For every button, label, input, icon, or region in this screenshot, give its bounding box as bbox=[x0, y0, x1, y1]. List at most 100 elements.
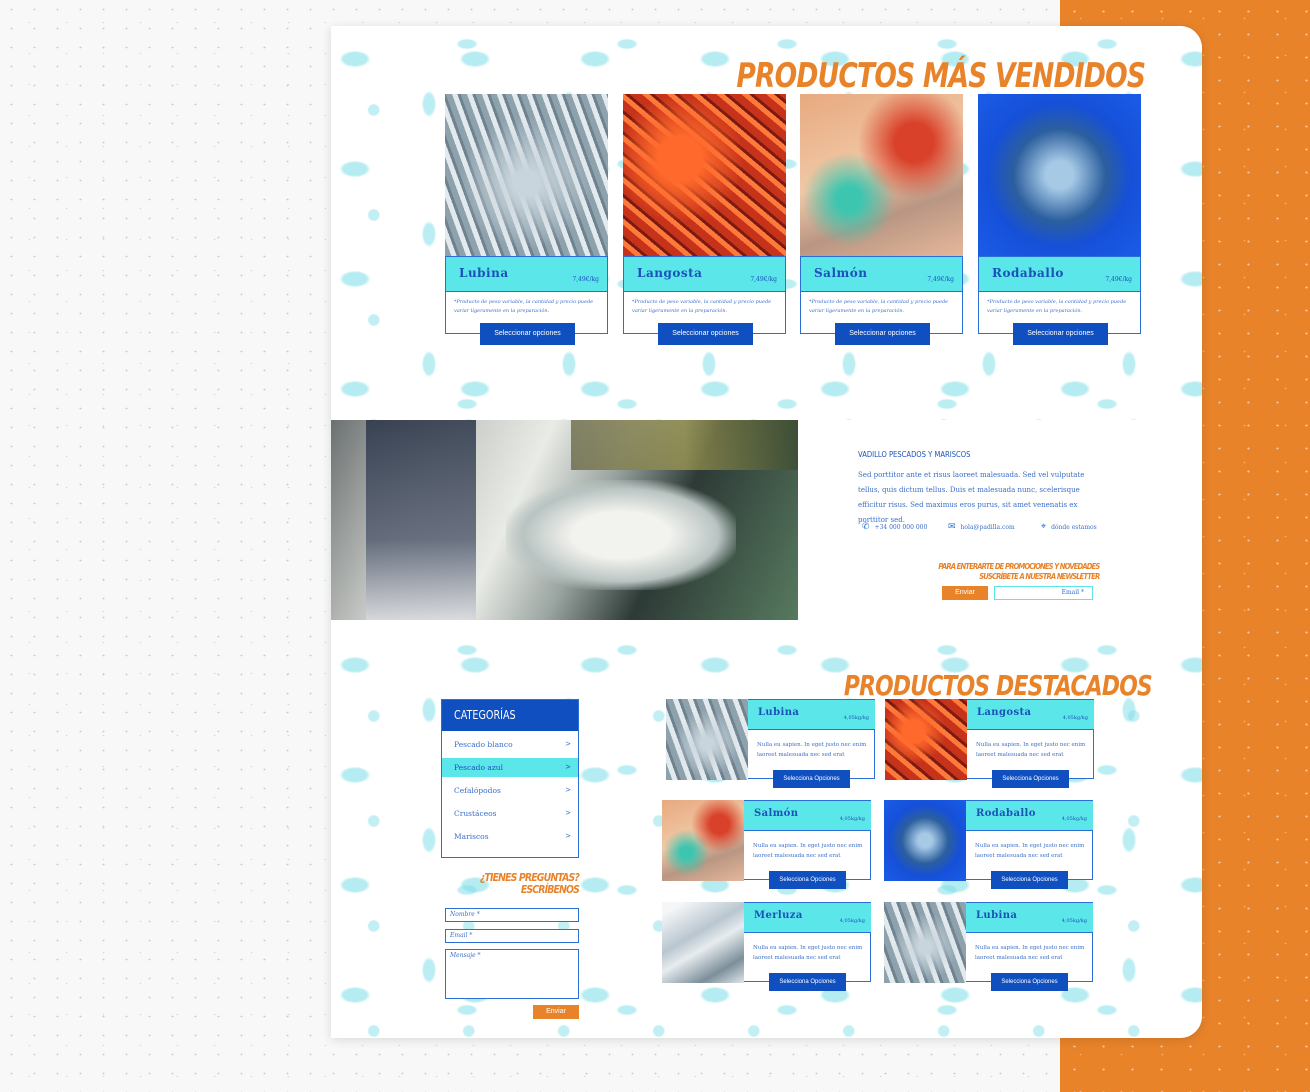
product-band: Salmón 7,49€/kg bbox=[801, 256, 962, 292]
questions-line-2: ESCRÍBENOS bbox=[520, 883, 580, 896]
product-desc: Nulla eu sapien. In eget justo nec enim … bbox=[975, 843, 1085, 859]
contact-send-button[interactable]: Enviar bbox=[533, 1005, 579, 1019]
select-options-button[interactable]: Selecciona Opciones bbox=[991, 973, 1068, 991]
product-image[interactable] bbox=[666, 699, 748, 780]
chevron-right-icon: > bbox=[565, 809, 571, 817]
chevron-right-icon: > bbox=[565, 763, 571, 771]
product-band: Merluza 4,05kg/kg bbox=[744, 903, 871, 933]
category-item-cefalopodos[interactable]: Cefalópodos > bbox=[442, 781, 578, 800]
select-options-button[interactable]: Selecciona Opciones bbox=[773, 770, 850, 788]
category-item-pescado-azul[interactable]: Pescado azul > bbox=[442, 758, 578, 777]
contact-phone[interactable]: ✆ +34 000 000 000 bbox=[862, 522, 927, 532]
select-options-button[interactable]: Selecciona Opciones bbox=[769, 973, 846, 991]
category-label: Crustáceos bbox=[454, 809, 497, 818]
product-price: 7,49€/kg bbox=[1105, 276, 1132, 283]
email-field[interactable]: Email * bbox=[445, 929, 579, 943]
about-text: Sed porttitor ante et risus laoreet male… bbox=[858, 471, 1085, 524]
newsletter-email-input[interactable]: Email * bbox=[994, 586, 1093, 600]
contact-email[interactable]: ✉ hola@padilla.com bbox=[948, 522, 1015, 532]
product-image[interactable] bbox=[662, 902, 744, 983]
featured-card-merluza[interactable]: Merluza 4,05kg/kg Nulla eu sapien. In eg… bbox=[662, 902, 871, 991]
questions-title: ¿TIENES PREGUNTAS? ESCRÍBENOS bbox=[462, 872, 580, 896]
select-options-button[interactable]: Selecciona Opciones bbox=[992, 770, 1069, 788]
product-image[interactable] bbox=[445, 94, 608, 256]
chevron-right-icon: > bbox=[565, 832, 571, 840]
newsletter-promo: PARA ENTERARTE DE PROMOCIONES Y NOVEDADE… bbox=[938, 562, 1100, 582]
product-name: Lubina bbox=[976, 910, 1018, 921]
product-name: Langosta bbox=[637, 266, 703, 280]
featured-card-lubina-2[interactable]: Lubina 4,05kg/kg Nulla eu sapien. In ege… bbox=[884, 902, 1093, 991]
contact-address[interactable]: ⌖ dónde estamos bbox=[1041, 522, 1097, 532]
select-options-button[interactable]: Seleccionar opciones bbox=[835, 323, 930, 345]
newsletter-send-button[interactable]: Enviar bbox=[942, 586, 988, 600]
product-band: Rodaballo 7,49€/kg bbox=[979, 256, 1140, 292]
category-label: Pescado azul bbox=[454, 763, 504, 772]
about-panel: VADILLO PESCADOS Y MARISCOS Sed porttito… bbox=[798, 420, 1202, 632]
product-desc: Nulla eu sapien. In eget justo nec enim … bbox=[976, 742, 1086, 758]
product-image[interactable] bbox=[884, 902, 966, 983]
product-price: 7,49€/kg bbox=[750, 276, 777, 283]
product-card-langosta[interactable]: Langosta 7,49€/kg *Producto de peso vari… bbox=[623, 94, 786, 345]
chevron-right-icon: > bbox=[565, 740, 571, 748]
product-band: Lubina 4,05kg/kg bbox=[966, 903, 1093, 933]
product-card-salmon[interactable]: Salmón 7,49€/kg *Producto de peso variab… bbox=[800, 94, 963, 345]
mail-icon: ✉ bbox=[948, 522, 956, 532]
photo-detail bbox=[571, 420, 798, 470]
photo-detail bbox=[506, 480, 736, 590]
category-label: Mariscos bbox=[454, 832, 489, 841]
featured-card-langosta[interactable]: Langosta 4,05kg/kg Nulla eu sapien. In e… bbox=[885, 699, 1094, 788]
product-desc: Nulla eu sapien. In eget justo nec enim … bbox=[753, 945, 863, 961]
featured-card-salmon[interactable]: Salmón 4,05kg/kg Nulla eu sapien. In ege… bbox=[662, 800, 871, 889]
category-item-pescado-blanco[interactable]: Pescado blanco > bbox=[442, 735, 578, 754]
category-label: Pescado blanco bbox=[454, 740, 513, 749]
select-options-button[interactable]: Seleccionar opciones bbox=[658, 323, 753, 345]
product-image[interactable] bbox=[662, 800, 744, 881]
category-item-mariscos[interactable]: Mariscos > bbox=[442, 827, 578, 846]
featured-card-lubina[interactable]: Lubina 4,05kg/kg Nulla eu sapien. In ege… bbox=[666, 699, 875, 788]
message-field[interactable]: Mensaje * bbox=[445, 949, 579, 999]
product-price: 4,05kg/kg bbox=[1062, 715, 1088, 721]
product-card-rodaballo[interactable]: Rodaballo 7,49€/kg *Producto de peso var… bbox=[978, 94, 1141, 345]
select-options-button[interactable]: Seleccionar opciones bbox=[480, 323, 575, 345]
select-options-button[interactable]: Seleccionar opciones bbox=[1013, 323, 1108, 345]
product-band: Langosta 7,49€/kg bbox=[624, 256, 785, 292]
product-name: Salmón bbox=[754, 808, 799, 819]
categories-panel: CATEGORÍAS Pescado blanco > Pescado azul >… bbox=[441, 699, 579, 858]
product-image[interactable] bbox=[885, 699, 967, 780]
category-item-crustaceos[interactable]: Crustáceos > bbox=[442, 804, 578, 823]
name-field[interactable]: Nombre * bbox=[445, 908, 579, 922]
fish-market-photo bbox=[331, 420, 798, 620]
chevron-right-icon: > bbox=[565, 786, 571, 794]
product-band: Rodaballo 4,05kg/kg bbox=[966, 801, 1093, 831]
product-desc: Nulla eu sapien. In eget justo nec enim … bbox=[975, 945, 1085, 961]
select-options-button[interactable]: Selecciona Opciones bbox=[991, 871, 1068, 889]
best-sellers-title: PRODUCTOS MÁS VENDIDOS bbox=[736, 56, 1146, 96]
photo-detail bbox=[366, 420, 476, 620]
categories-header: CATEGORÍAS bbox=[442, 700, 578, 731]
product-desc: Nulla eu sapien. In eget justo nec enim … bbox=[753, 843, 863, 859]
featured-title: PRODUCTOS DESTACADOS bbox=[843, 669, 1153, 702]
product-band: Langosta 4,05kg/kg bbox=[967, 700, 1094, 730]
product-name: Lubina bbox=[459, 266, 509, 280]
product-desc: Nulla eu sapien. In eget justo nec enim … bbox=[757, 742, 867, 758]
product-card-lubina[interactable]: Lubina 7,49€/kg *Producto de peso variab… bbox=[445, 94, 608, 345]
featured-card-rodaballo[interactable]: Rodaballo 4,05kg/kg Nulla eu sapien. In … bbox=[884, 800, 1093, 889]
product-image[interactable] bbox=[623, 94, 786, 256]
product-band: Lubina 7,49€/kg bbox=[446, 256, 607, 292]
product-price: 4,05kg/kg bbox=[1061, 918, 1087, 924]
about-title: VADILLO PESCADOS Y MARISCOS bbox=[858, 450, 971, 459]
product-name: Langosta bbox=[977, 707, 1032, 718]
product-image[interactable] bbox=[884, 800, 966, 881]
address-text: dónde estamos bbox=[1051, 523, 1097, 531]
product-note: *Producto de peso variable, la cantidad … bbox=[809, 299, 949, 314]
product-image[interactable] bbox=[978, 94, 1141, 256]
location-pin-icon: ⌖ bbox=[1041, 522, 1047, 532]
product-note: *Producto de peso variable, la cantidad … bbox=[454, 299, 594, 314]
product-price: 4,05kg/kg bbox=[1061, 816, 1087, 822]
product-name: Merluza bbox=[754, 910, 803, 921]
select-options-button[interactable]: Selecciona Opciones bbox=[769, 871, 846, 889]
product-price: 4,05kg/kg bbox=[839, 816, 865, 822]
product-image[interactable] bbox=[800, 94, 963, 256]
product-note: *Producto de peso variable, la cantidad … bbox=[632, 299, 772, 314]
promo-line-2: SUSCRÍBETE A NUESTRA NEWSLETTER bbox=[978, 572, 1100, 581]
